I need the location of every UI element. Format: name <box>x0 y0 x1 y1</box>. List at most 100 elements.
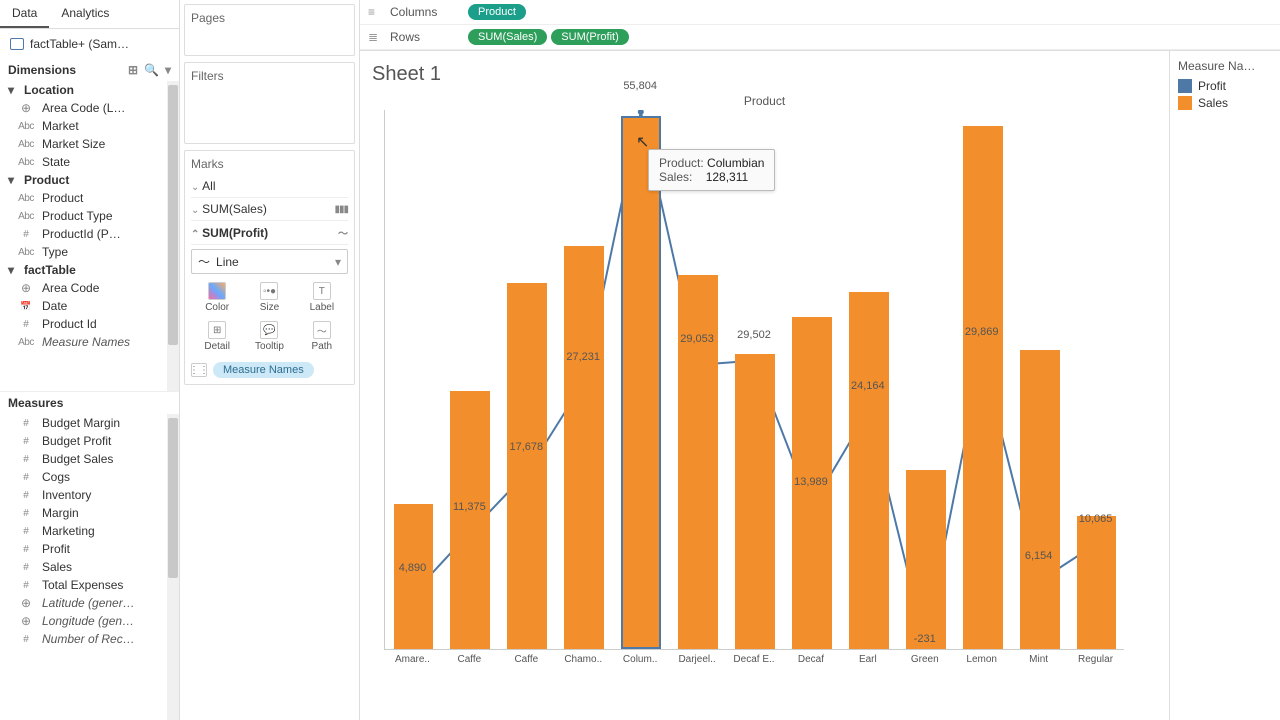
color-button[interactable]: Color <box>191 278 243 317</box>
x-label: Decaf <box>782 650 839 665</box>
dim-product[interactable]: Product <box>0 189 179 207</box>
bar-mint[interactable] <box>1020 350 1060 649</box>
dim-area-code[interactable]: Area Code <box>0 279 179 297</box>
size-button[interactable]: ◦•●Size <box>243 278 295 317</box>
filters-card[interactable]: Filters <box>184 62 355 144</box>
dim-market[interactable]: Market <box>0 117 179 135</box>
dim-market-size[interactable]: Market Size <box>0 135 179 153</box>
line-mark-icon: 〜 <box>198 253 210 270</box>
menu-caret-icon[interactable]: ▾ <box>165 63 171 77</box>
meas-total-expenses[interactable]: Total Expenses <box>0 576 179 594</box>
dim-state[interactable]: State <box>0 153 179 171</box>
search-icon[interactable]: 🔍 <box>144 63 159 77</box>
profit-label: 29,053 <box>680 333 714 345</box>
bar-regular[interactable] <box>1077 516 1117 649</box>
dim-area-code-l[interactable]: Area Code (L… <box>0 99 179 117</box>
bar-earl[interactable] <box>849 292 889 649</box>
dim-product-id[interactable]: Product Id <box>0 315 179 333</box>
cards-column: Pages Filters Marks ⌄ All ⌄ SUM(Sales)▮▮… <box>180 0 360 720</box>
bar-icon: ▮▮▮ <box>334 204 348 215</box>
columns-shelf[interactable]: ≡ Columns Product <box>360 0 1280 25</box>
swatch-profit <box>1178 79 1192 93</box>
bar-caffe[interactable] <box>450 391 490 649</box>
dim-group-location[interactable]: ▾Location <box>0 81 179 99</box>
filters-title: Filters <box>191 69 348 83</box>
legend-profit[interactable]: Profit <box>1178 79 1272 93</box>
datasource-name: factTable+ (Sam… <box>30 37 129 51</box>
legend-title: Measure Na… <box>1178 59 1272 73</box>
marks-sum-sales[interactable]: ⌄ SUM(Sales)▮▮▮ <box>191 198 348 221</box>
label-button[interactable]: TLabel <box>296 278 348 317</box>
bar-colum[interactable] <box>621 116 661 649</box>
x-label: Regular <box>1067 650 1124 665</box>
bar-amare[interactable] <box>394 504 434 649</box>
meas-marketing[interactable]: Marketing <box>0 522 179 540</box>
swatch-sales <box>1178 96 1192 110</box>
path-button[interactable]: 〜Path <box>296 317 348 356</box>
dim-type[interactable]: Type <box>0 243 179 261</box>
dim-measure-names[interactable]: Measure Names <box>0 333 179 351</box>
measures-scrollbar[interactable] <box>167 414 179 720</box>
detail-button[interactable]: ⊞Detail <box>191 317 243 356</box>
dim-group-product[interactable]: ▾Product <box>0 171 179 189</box>
meas-sales[interactable]: Sales <box>0 558 179 576</box>
dimensions-scrollbar[interactable] <box>167 81 179 391</box>
pages-title: Pages <box>191 11 348 25</box>
profit-label: 13,989 <box>794 476 828 488</box>
view-as-icon[interactable]: ⊞ <box>128 63 138 77</box>
legend: Measure Na… Profit Sales <box>1170 51 1280 720</box>
bar-lemon[interactable] <box>963 126 1003 649</box>
viz-canvas[interactable]: Sheet 1 Product 10,0656,15429,869-23124,… <box>360 51 1170 720</box>
sum-profit-pill[interactable]: SUM(Profit) <box>551 29 628 45</box>
dim-date[interactable]: Date <box>0 297 179 315</box>
tab-data[interactable]: Data <box>0 0 49 28</box>
profit-label: 4,890 <box>399 562 427 574</box>
meas-number-of-records[interactable]: Number of Rec… <box>0 630 179 648</box>
x-label: Green <box>896 650 953 665</box>
marks-sum-profit[interactable]: ⌃ SUM(Profit)〜 <box>191 221 348 245</box>
bar-chamo[interactable] <box>564 246 604 649</box>
x-label: Chamo.. <box>555 650 612 665</box>
meas-longitude[interactable]: Longitude (gen… <box>0 612 179 630</box>
dim-product-type[interactable]: Product Type <box>0 207 179 225</box>
profit-label: 27,231 <box>566 351 600 363</box>
data-pane: Data Analytics factTable+ (Sam… Dimensio… <box>0 0 180 720</box>
meas-latitude[interactable]: Latitude (gener… <box>0 594 179 612</box>
meas-budget-sales[interactable]: Budget Sales <box>0 450 179 468</box>
line-icon: 〜 <box>338 225 348 240</box>
meas-margin[interactable]: Margin <box>0 504 179 522</box>
legend-sales[interactable]: Sales <box>1178 96 1272 110</box>
profit-label: 11,375 <box>453 501 486 513</box>
bar-green[interactable] <box>906 470 946 649</box>
x-label: Caffe <box>441 650 498 665</box>
x-label: Colum.. <box>612 650 669 665</box>
marks-all[interactable]: ⌄ All <box>191 175 348 198</box>
product-pill[interactable]: Product <box>468 4 526 20</box>
main-viz-area: ≡ Columns Product ≣ Rows SUM(Sales) SUM(… <box>360 0 1280 720</box>
rows-shelf[interactable]: ≣ Rows SUM(Sales) SUM(Profit) <box>360 25 1280 50</box>
sum-sales-pill[interactable]: SUM(Sales) <box>468 29 547 45</box>
x-label: Caffe <box>498 650 555 665</box>
tab-analytics[interactable]: Analytics <box>49 0 121 28</box>
meas-cogs[interactable]: Cogs <box>0 468 179 486</box>
bar-darjeel[interactable] <box>678 275 718 649</box>
meas-budget-margin[interactable]: Budget Margin <box>0 414 179 432</box>
measure-names-pill[interactable]: Measure Names <box>213 362 314 378</box>
meas-inventory[interactable]: Inventory <box>0 486 179 504</box>
pages-card[interactable]: Pages <box>184 4 355 56</box>
mark-type-select[interactable]: 〜 Line ▾ <box>191 249 348 274</box>
dim-product-id-p[interactable]: ProductId (P… <box>0 225 179 243</box>
meas-profit[interactable]: Profit <box>0 540 179 558</box>
x-label: Decaf E.. <box>726 650 783 665</box>
tooltip: Product: Columbian Sales: 128,311 <box>648 149 775 191</box>
bar-decafe[interactable] <box>735 354 775 649</box>
bar-caffe[interactable] <box>507 283 547 649</box>
sheet-title[interactable]: Sheet 1 <box>368 59 1161 94</box>
meas-budget-profit[interactable]: Budget Profit <box>0 432 179 450</box>
datasource-row[interactable]: factTable+ (Sam… <box>0 29 179 59</box>
x-label: Mint <box>1010 650 1067 665</box>
tooltip-button[interactable]: 💬Tooltip <box>243 317 295 356</box>
measures-header: Measures <box>0 391 179 414</box>
dim-group-facttable[interactable]: ▾factTable <box>0 261 179 279</box>
profit-label: 29,502 <box>737 329 771 341</box>
